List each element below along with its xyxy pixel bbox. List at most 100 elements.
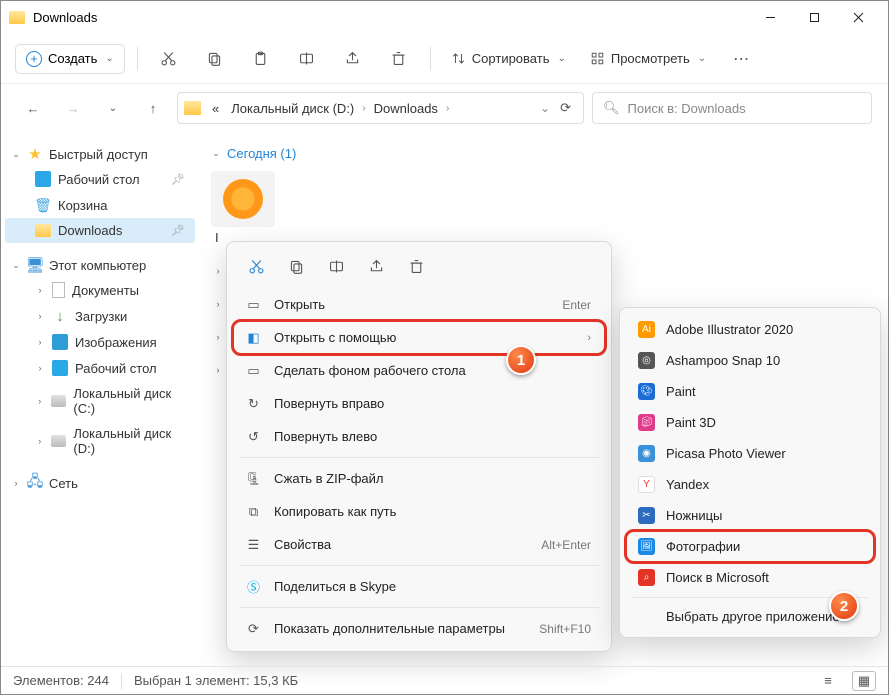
- close-button[interactable]: [836, 3, 880, 33]
- orange-icon: [223, 179, 263, 219]
- chevron-right-icon: ›: [35, 285, 45, 295]
- sidebar-item[interactable]: ›Локальный диск (D:): [5, 421, 195, 461]
- sidebar-this-pc[interactable]: ⌄ 🖥︎ Этот компьютер: [5, 253, 195, 277]
- submenu-item[interactable]: YYandex: [626, 469, 874, 500]
- group-header[interactable]: ⌄Сегодня (1): [211, 146, 876, 161]
- submenu-item[interactable]: ✂︎Ножницы: [626, 500, 874, 531]
- copy-button[interactable]: [196, 41, 234, 77]
- ctx-zip[interactable]: 🗜︎Сжать в ZIP-файл: [233, 462, 605, 495]
- search-input[interactable]: 🔍︎ Поиск в: Downloads: [592, 92, 872, 124]
- star-icon: ★: [27, 146, 43, 162]
- sort-button[interactable]: Сортировать ⌄: [443, 45, 574, 72]
- pictures-icon: [52, 334, 68, 350]
- ctx-show-more[interactable]: ⟳Показать дополнительные параметрыShift+…: [233, 612, 605, 645]
- breadcrumb-seg[interactable]: Downloads: [370, 99, 442, 118]
- breadcrumb-seg[interactable]: Локальный диск (D:): [227, 99, 358, 118]
- ctx-open[interactable]: ▭ОткрытьEnter: [233, 288, 605, 321]
- ctx-rotate-right[interactable]: ↻Повернуть вправо: [233, 387, 605, 420]
- separator: [239, 607, 599, 608]
- new-button[interactable]: + Создать ⌄: [15, 44, 125, 74]
- submenu-item[interactable]: 🎨︎Paint: [626, 376, 874, 407]
- chevron-down-icon[interactable]: ⌄: [97, 92, 129, 124]
- more-icon: ⟳: [245, 620, 262, 637]
- chevron-right-icon[interactable]: ›: [362, 103, 365, 114]
- annotation-callout-1: 1: [506, 345, 536, 375]
- ctx-properties[interactable]: ☰СвойстваAlt+Enter: [233, 528, 605, 561]
- ctx-label: Показать дополнительные параметры: [274, 621, 505, 636]
- submenu-item[interactable]: ⌕Поиск в Microsoft: [626, 562, 874, 593]
- share-button[interactable]: [357, 250, 395, 282]
- recycle-icon: 🗑︎: [35, 197, 51, 213]
- sidebar-network[interactable]: › 🖧︎ Сеть: [5, 471, 195, 495]
- app-icon: Ai: [638, 321, 655, 338]
- minimize-button[interactable]: [748, 3, 792, 33]
- view-button[interactable]: Просмотреть ⌄: [582, 45, 714, 72]
- command-bar: + Создать ⌄ Сортировать ⌄ Просмотреть ⌄ …: [1, 34, 888, 84]
- address-bar[interactable]: « Локальный диск (D:) › Downloads › ⌄ ⟳: [177, 92, 584, 124]
- details-view-button[interactable]: ≡: [816, 671, 840, 691]
- ctx-label: Копировать как путь: [274, 504, 396, 519]
- background-icon: ▭: [245, 362, 262, 379]
- more-button[interactable]: ⋯: [722, 41, 760, 77]
- ctx-rotate-left[interactable]: ↺Повернуть влево: [233, 420, 605, 453]
- sidebar-item[interactable]: ›Локальный диск (C:): [5, 381, 195, 421]
- disk-icon: [51, 395, 66, 407]
- ctx-set-background[interactable]: ▭ Сделать фоном рабочего стола: [233, 354, 605, 387]
- back-button[interactable]: ←: [17, 92, 49, 124]
- chevron-down-icon: ⌄: [105, 53, 113, 64]
- refresh-button[interactable]: ⟳: [560, 100, 571, 116]
- context-toolbar: [233, 248, 605, 288]
- submenu-item-photos[interactable]: 🖼︎Фотографии: [626, 531, 874, 562]
- copy-button[interactable]: [277, 250, 315, 282]
- chevron-right-icon[interactable]: ›: [446, 103, 449, 114]
- sidebar-quick-access[interactable]: ⌄ ★ Быстрый доступ: [5, 142, 195, 166]
- sidebar-item-recycle[interactable]: 🗑︎Корзина: [5, 192, 195, 218]
- sidebar-item[interactable]: ›↓Загрузки: [5, 303, 195, 329]
- desktop-icon: [35, 171, 51, 187]
- submenu-label: Picasa Photo Viewer: [666, 446, 786, 461]
- folder-icon: [35, 224, 51, 237]
- submenu-item[interactable]: ◉Picasa Photo Viewer: [626, 438, 874, 469]
- sidebar-item-label: Загрузки: [75, 309, 127, 324]
- context-menu: ▭ОткрытьEnter ◧Открыть с помощью› ▭ Сдела…: [226, 241, 612, 652]
- submenu-label: Выбрать другое приложение: [666, 609, 840, 624]
- submenu-label: Adobe Illustrator 2020: [666, 322, 793, 337]
- chevron-down-icon: ⌄: [698, 53, 706, 64]
- ctx-open-with[interactable]: ◧Открыть с помощью›: [233, 321, 605, 354]
- chevron-right-icon: ›: [35, 337, 45, 347]
- submenu-item[interactable]: ◎Ashampoo Snap 10: [626, 345, 874, 376]
- sidebar-label: Этот компьютер: [49, 258, 146, 273]
- ctx-copy-path[interactable]: ⧉Копировать как путь: [233, 495, 605, 528]
- ctx-skype[interactable]: ⓈПоделиться в Skype: [233, 570, 605, 603]
- sidebar-item[interactable]: ›Рабочий стол: [5, 355, 195, 381]
- submenu-item[interactable]: 🧊︎Paint 3D: [626, 407, 874, 438]
- sidebar-item[interactable]: ›Документы: [5, 277, 195, 303]
- ctx-label: Сделать фоном рабочего стола: [274, 363, 466, 378]
- paste-button[interactable]: [242, 41, 280, 77]
- app-icon: 🖼︎: [638, 538, 655, 555]
- window-title: Downloads: [33, 10, 748, 25]
- sidebar-item-downloads[interactable]: Downloads📌︎: [5, 218, 195, 243]
- sidebar-item[interactable]: ›Изображения: [5, 329, 195, 355]
- search-icon: 🔍︎: [603, 100, 620, 116]
- sidebar-item-desktop[interactable]: Рабочий стол📌︎: [5, 166, 195, 192]
- ctx-label: Повернуть влево: [274, 429, 377, 444]
- chevron-right-icon: ›: [35, 311, 45, 321]
- chevron-right-icon: ›: [11, 478, 21, 488]
- rename-button[interactable]: [288, 41, 326, 77]
- delete-button[interactable]: [380, 41, 418, 77]
- cut-button[interactable]: [237, 250, 275, 282]
- delete-button[interactable]: [397, 250, 435, 282]
- submenu-label: Поиск в Microsoft: [666, 570, 769, 585]
- icons-view-button[interactable]: ▦: [852, 671, 876, 691]
- share-button[interactable]: [334, 41, 372, 77]
- cut-button[interactable]: [150, 41, 188, 77]
- submenu-item[interactable]: Ai Adobe Illustrator 2020: [626, 314, 874, 345]
- forward-button[interactable]: →: [57, 92, 89, 124]
- ctx-label: Свойства: [274, 537, 331, 552]
- up-button[interactable]: ↑: [137, 92, 169, 124]
- file-item[interactable]: I: [211, 171, 876, 245]
- rename-button[interactable]: [317, 250, 355, 282]
- maximize-button[interactable]: [792, 3, 836, 33]
- chevron-down-icon[interactable]: ⌄: [540, 101, 550, 115]
